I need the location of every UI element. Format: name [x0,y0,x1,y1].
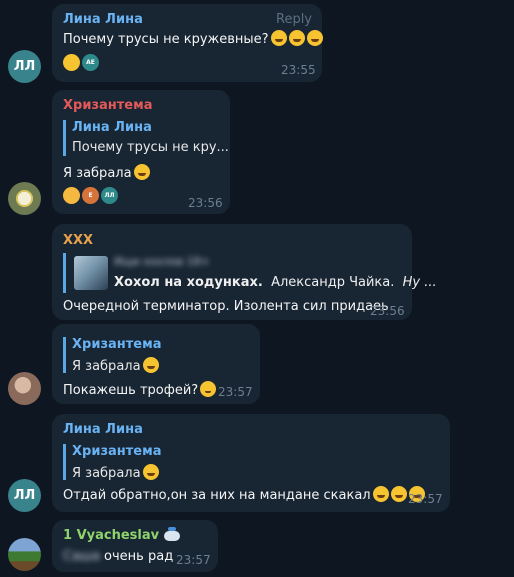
link-preview[interactable]: Ищи хохлов 18+ Хохол на ходунках. Алекса… [63,253,437,293]
message-bubble[interactable]: XXX Ищи хохлов 18+ Хохол на ходунках. Ал… [52,224,437,320]
message-bubble[interactable]: Хризантема Лина Лина Почему трусы не кру… [52,90,230,214]
reply-quote[interactable]: Хризантема Я забрала [63,444,226,481]
reactor-avatar: E [82,186,99,204]
reply-quote[interactable]: Хризантема Я забрала [63,337,216,374]
quote-sender: Лина Лина [72,120,152,135]
laughing-emoji-icon [306,30,323,46]
quote-sender: Хризантема [72,444,162,459]
message-time: 23:57 [408,492,443,506]
avatar[interactable]: ЛЛ [8,479,41,512]
quote-sender: Хризантема [72,337,162,352]
message-text: Покажешь трофей? [63,381,217,398]
reaction-badge[interactable]: E ЛЛ [63,186,118,204]
message-text: Отдай обратно,он за них на мандане скака… [63,486,425,503]
sender-name[interactable]: 1 Vyacheslav [63,526,180,543]
message-text: Саша очень рад [63,549,174,564]
message-time: 23:56 [188,196,223,210]
link-source: Ищи хохлов 18+ [114,255,210,268]
laughing-emoji-icon [372,486,389,502]
blushing-emoji-icon [200,381,217,397]
sender-name[interactable]: Лина Лина [63,422,143,437]
airplane-emoji-icon [163,526,180,541]
message-bubble[interactable]: Хризантема Я забрала Покажешь трофей? 23… [52,324,260,404]
laughing-emoji-icon [390,486,407,502]
message-text: Я забрала [63,164,150,181]
clapping-hands-icon [63,186,80,204]
message-time: 23:57 [176,553,211,567]
quote-text: Я забрала [72,357,159,374]
reactor-avatar: ЛЛ [101,186,118,204]
link-thumbnail [74,256,108,290]
message-time: 23:55 [281,63,316,77]
message-bubble[interactable]: Лина Лина Хризантема Я забрала Отдай обр… [52,414,450,512]
reply-button[interactable]: Reply [276,12,312,27]
message-bubble[interactable]: 1 Vyacheslav Саша очень рад 23:57 [52,520,218,572]
quote-text: Почему трусы не кру... [72,140,229,155]
avatar[interactable] [8,182,41,215]
message-time: 23:56 [370,304,405,318]
laughing-emoji-icon [142,464,159,480]
message-time: 23:57 [218,385,253,399]
avatar[interactable]: ЛЛ [8,50,41,83]
laughing-emoji-icon [288,30,305,46]
laughing-emoji-icon [133,164,150,180]
reply-quote[interactable]: Лина Лина Почему трусы не кру... [63,120,229,156]
link-description: Хохол на ходунках. Александр Чайка. Ну .… [114,275,437,290]
hidden-word: Саша [63,549,100,564]
message-text: Очередной терминатор. Изолента сил прида… [63,299,389,314]
sender-name[interactable]: Хризантема [63,98,153,113]
avatar[interactable] [8,372,41,405]
laughing-emoji-icon [142,357,159,373]
message-text: Почему трусы не кружевные? [63,30,323,47]
avatar[interactable] [8,538,41,571]
laughing-emoji-icon [270,30,287,46]
sender-name[interactable]: Лина Лина [63,12,143,27]
reaction-badge[interactable]: AE [63,53,99,71]
sender-name[interactable]: XXX [63,233,93,248]
reactor-avatar: AE [82,53,99,71]
message-bubble[interactable]: Лина Лина Reply Почему трусы не кружевны… [52,4,323,82]
quote-text: Я забрала [72,464,159,481]
grinning-emoji-icon [63,53,80,71]
